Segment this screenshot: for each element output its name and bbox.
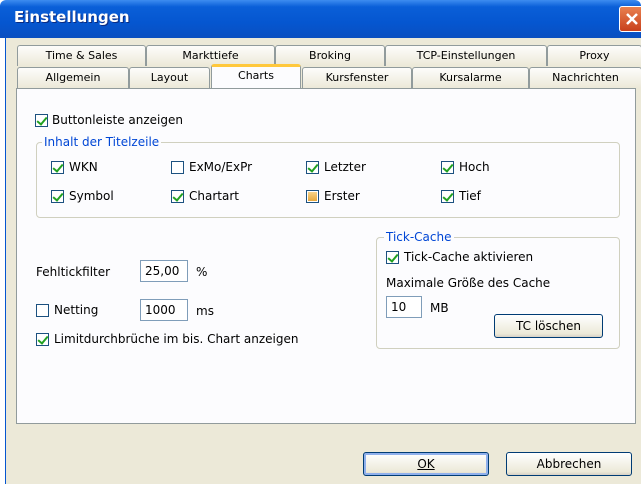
tab-kursalarme[interactable]: Kursalarme [412, 67, 529, 88]
cancel-button[interactable]: Abbrechen [506, 452, 632, 476]
tab-tcp-einstellungen[interactable]: TCP-Einstellungen [385, 45, 547, 66]
tickcache-label: Tick-Cache aktivieren [404, 250, 534, 264]
wkn-checkbox[interactable] [51, 161, 64, 174]
tab-nachrichten[interactable]: Nachrichten [529, 67, 641, 88]
hoch-label: Hoch [459, 160, 490, 174]
fehltickfilter-unit: % [196, 265, 208, 279]
window-title: Einstellungen [14, 8, 130, 26]
tab-label: Allgemein [45, 71, 101, 84]
settings-dialog: Einstellungen Time & Sales Markttiefe Br… [0, 0, 641, 484]
netting-label: Netting [54, 303, 99, 317]
hoch-checkbox[interactable] [441, 161, 454, 174]
close-icon [626, 13, 638, 25]
fehltickfilter-input[interactable]: 25,00 [140, 260, 188, 282]
tab-time-sales[interactable]: Time & Sales [17, 45, 146, 66]
fehltickfilter-label: Fehltickfilter [36, 265, 111, 279]
symbol-checkbox[interactable] [51, 190, 64, 203]
titelzeile-group [36, 142, 620, 218]
cache-size-input[interactable]: 10 [386, 296, 422, 318]
tief-label: Tief [459, 189, 481, 203]
limit-checkbox[interactable] [36, 333, 49, 346]
buttonleiste-label: Buttonleiste anzeigen [52, 113, 183, 127]
limit-label: Limitdurchbrüche im bis. Chart anzeigen [54, 332, 299, 346]
tab-label: Time & Sales [45, 49, 118, 62]
tab-kursfenster[interactable]: Kursfenster [302, 67, 412, 88]
tab-label: Kursalarme [439, 71, 502, 84]
tc-loeschen-button[interactable]: TC löschen [494, 314, 603, 338]
tab-label: TCP-Einstellungen [416, 49, 516, 62]
letzter-checkbox[interactable] [306, 161, 319, 174]
tief-checkbox[interactable] [441, 190, 454, 203]
chartart-label: Chartart [189, 189, 239, 203]
tab-label: Markttiefe [182, 49, 239, 62]
close-button[interactable] [619, 6, 641, 32]
symbol-label: Symbol [69, 189, 114, 203]
tab-markttiefe[interactable]: Markttiefe [146, 45, 275, 66]
title-bar: Einstellungen [0, 0, 641, 38]
ok-label: OK [417, 457, 435, 471]
exmo-label: ExMo/ExPr [189, 160, 253, 174]
tab-allgemein[interactable]: Allgemein [17, 67, 129, 88]
tab-label: Nachrichten [552, 71, 619, 84]
ok-button[interactable]: OK [363, 452, 489, 476]
erster-label: Erster [324, 189, 360, 203]
cache-max-label: Maximale Größe des Cache [386, 276, 551, 290]
tab-broking[interactable]: Broking [275, 45, 385, 66]
netting-checkbox[interactable] [36, 304, 49, 317]
tab-label: Kursfenster [325, 71, 389, 84]
tab-label: Proxy [579, 49, 610, 62]
netting-unit: ms [196, 304, 214, 318]
tab-label: Broking [309, 49, 351, 62]
tab-label: Layout [150, 71, 189, 84]
wkn-label: WKN [69, 160, 98, 174]
tab-label: Charts [238, 69, 274, 82]
cache-size-unit: MB [430, 301, 449, 315]
erster-checkbox[interactable] [306, 190, 319, 203]
netting-input[interactable]: 1000 [140, 299, 188, 321]
buttonleiste-checkbox[interactable] [35, 114, 48, 127]
tab-proxy[interactable]: Proxy [547, 45, 641, 66]
exmo-checkbox[interactable] [171, 161, 184, 174]
tab-layout[interactable]: Layout [129, 67, 210, 88]
tickcache-checkbox[interactable] [386, 251, 399, 264]
tab-charts[interactable]: Charts [211, 64, 301, 88]
letzter-label: Letzter [324, 160, 366, 174]
tickcache-legend: Tick-Cache [384, 230, 454, 244]
chartart-checkbox[interactable] [171, 190, 184, 203]
titelzeile-legend: Inhalt der Titelzeile [42, 135, 162, 149]
